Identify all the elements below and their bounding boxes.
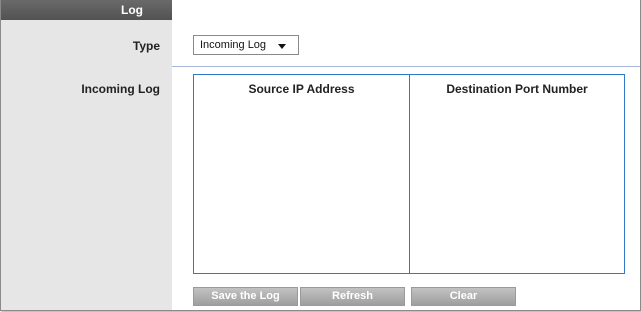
page-title: Log — [121, 3, 143, 17]
incoming-log-table: Source IP Address Destination Port Numbe… — [193, 74, 625, 274]
refresh-button[interactable]: Refresh — [300, 287, 405, 306]
clear-button[interactable]: Clear — [411, 287, 516, 306]
sidebar: Log Type Incoming Log — [1, 0, 172, 310]
log-page: Log Type Incoming Log Incoming Log Sourc… — [0, 0, 641, 311]
type-label: Type — [132, 39, 160, 53]
destination-port-column: Destination Port Number — [410, 75, 624, 273]
incoming-log-label: Incoming Log — [81, 82, 160, 96]
section-divider — [172, 66, 640, 67]
source-ip-column: Source IP Address — [194, 75, 410, 273]
sidebar-header: Log — [1, 0, 172, 20]
chevron-down-icon — [278, 44, 286, 49]
save-log-button[interactable]: Save the Log — [193, 287, 298, 306]
log-type-select[interactable]: Incoming Log — [193, 35, 299, 55]
source-ip-header: Source IP Address — [248, 82, 355, 96]
destination-port-header: Destination Port Number — [446, 82, 588, 96]
log-type-selected-value: Incoming Log — [200, 39, 267, 51]
